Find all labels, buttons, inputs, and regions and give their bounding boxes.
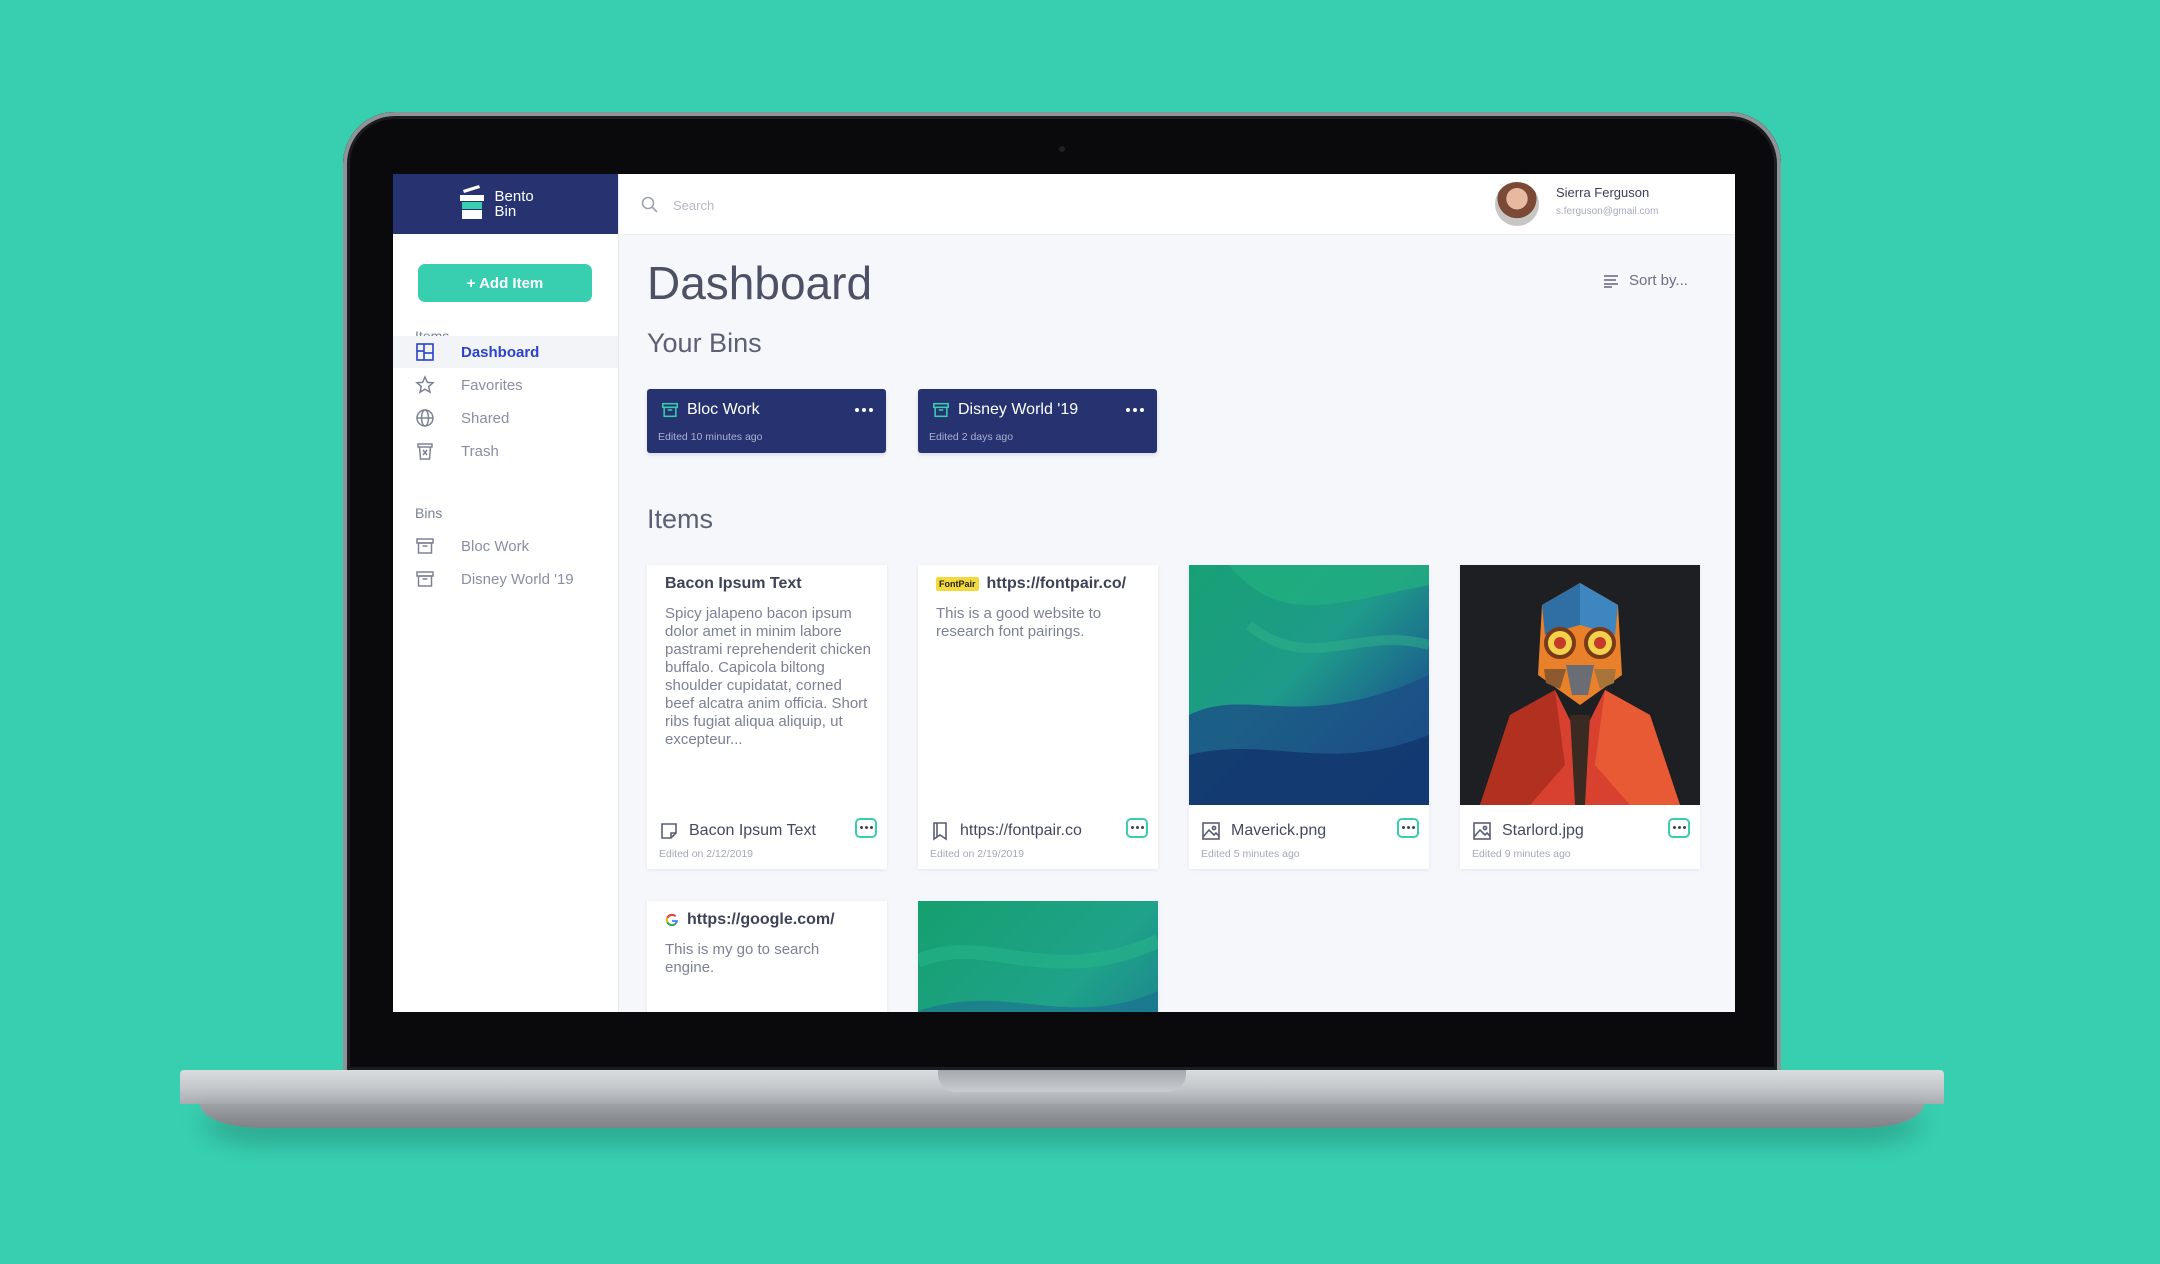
bin-edited-time: Edited 10 minutes ago bbox=[658, 431, 763, 443]
item-card-starlord[interactable]: Starlord.jpg Edited 9 minutes ago bbox=[1460, 565, 1700, 869]
sidebar-bin-label: Bloc Work bbox=[461, 537, 530, 555]
item-edited-date: Edited on 2/19/2019 bbox=[930, 848, 1024, 860]
search-icon bbox=[641, 196, 658, 213]
items-heading: Items bbox=[647, 504, 714, 534]
sidebar-item-label: Dashboard bbox=[461, 343, 540, 361]
sidebar: Bento Bin + Add Item Items Dashboard Fav… bbox=[393, 174, 619, 1012]
item-footer-name: Maverick.png bbox=[1231, 822, 1327, 839]
sort-by-button[interactable]: Sort by... bbox=[1603, 272, 1688, 289]
more-options-icon bbox=[1673, 826, 1686, 829]
item-footer-name: https://fontpair.co bbox=[960, 822, 1082, 839]
star-icon bbox=[415, 375, 435, 394]
laptop-hinge-notch bbox=[938, 1070, 1186, 1092]
wave-image-thumbnail bbox=[918, 901, 1158, 1012]
brand-name-line2: Bin bbox=[494, 203, 517, 220]
bin-name: Bloc Work bbox=[687, 401, 760, 418]
sidebar-item-shared[interactable]: Shared bbox=[393, 402, 618, 434]
fontpair-favicon-icon: FontPair bbox=[936, 577, 979, 591]
sidebar-item-favorites[interactable]: Favorites bbox=[393, 369, 618, 401]
more-options-icon[interactable] bbox=[1126, 408, 1144, 412]
item-edited-date: Edited on 2/12/2019 bbox=[659, 848, 753, 860]
item-footer: Starlord.jpg bbox=[1472, 817, 1690, 845]
sidebar-item-label: Favorites bbox=[461, 376, 523, 394]
item-more-button[interactable] bbox=[1126, 818, 1148, 838]
item-footer: Maverick.png bbox=[1201, 817, 1419, 845]
archive-box-icon bbox=[416, 538, 434, 554]
bookmark-icon bbox=[933, 822, 947, 841]
item-preview-text: Spicy jalapeno bacon ipsum dolor amet in… bbox=[665, 605, 871, 748]
user-name: Sierra Ferguson bbox=[1556, 185, 1650, 200]
sort-by-label: Sort by... bbox=[1629, 272, 1688, 289]
sidebar-bin-label: Disney World '19 bbox=[461, 570, 574, 588]
item-card-maverick[interactable]: Maverick.png Edited 5 minutes ago bbox=[1189, 565, 1429, 869]
item-footer: https://fontpair.co bbox=[930, 817, 1148, 845]
sidebar-item-label: Trash bbox=[461, 442, 499, 460]
sidebar-item-dashboard[interactable]: Dashboard bbox=[393, 336, 618, 368]
user-email: s.ferguson@gmail.com bbox=[1556, 206, 1659, 217]
item-edited-date: Edited 9 minutes ago bbox=[1472, 848, 1571, 860]
user-avatar[interactable] bbox=[1495, 182, 1539, 226]
archive-box-icon bbox=[933, 402, 949, 418]
google-favicon-icon bbox=[665, 913, 678, 927]
item-title-text[interactable]: https://fontpair.co/ bbox=[987, 575, 1127, 593]
sidebar-item-trash[interactable]: Trash bbox=[393, 435, 618, 467]
item-title: FontPair https://fontpair.co/ bbox=[936, 575, 1126, 593]
item-preview-text: This is my go to search engine. bbox=[665, 941, 820, 976]
bin-card-disney-world[interactable]: Disney World '19 Edited 2 days ago bbox=[918, 389, 1157, 453]
sidebar-bin-bloc-work[interactable]: Bloc Work bbox=[393, 530, 618, 562]
page-title: Dashboard bbox=[647, 257, 873, 309]
bin-name: Disney World '19 bbox=[958, 401, 1079, 418]
more-options-icon bbox=[1131, 826, 1144, 829]
your-bins-heading: Your Bins bbox=[647, 328, 762, 358]
maverick-image-thumbnail bbox=[1189, 565, 1429, 805]
item-card-fontpair[interactable]: FontPair https://fontpair.co/ This is a … bbox=[918, 565, 1158, 869]
item-card-image[interactable] bbox=[918, 901, 1158, 1012]
note-icon bbox=[661, 823, 677, 839]
laptop-base-bottom bbox=[200, 1104, 1924, 1128]
item-card-bacon-ipsum[interactable]: Bacon Ipsum Text Spicy jalapeno bacon ip… bbox=[647, 565, 887, 869]
top-bar: Sierra Ferguson s.ferguson@gmail.com bbox=[619, 174, 1735, 235]
item-title: Bacon Ipsum Text bbox=[665, 575, 802, 593]
item-title-text[interactable]: https://google.com/ bbox=[687, 911, 835, 929]
more-options-icon[interactable] bbox=[855, 408, 873, 412]
item-card-google[interactable]: https://google.com/ This is my go to sea… bbox=[647, 901, 887, 1012]
item-more-button[interactable] bbox=[855, 818, 877, 838]
item-more-button[interactable] bbox=[1668, 818, 1690, 838]
sort-lines-icon bbox=[1604, 274, 1618, 288]
item-more-button[interactable] bbox=[1397, 818, 1419, 838]
webcam bbox=[1059, 146, 1065, 152]
add-item-button[interactable]: + Add Item bbox=[418, 264, 592, 302]
image-icon bbox=[1202, 822, 1220, 840]
sidebar-item-label: Shared bbox=[461, 409, 510, 427]
item-footer-name: Starlord.jpg bbox=[1502, 822, 1584, 839]
archive-box-icon bbox=[416, 571, 434, 587]
more-options-icon bbox=[860, 826, 873, 829]
globe-icon bbox=[416, 409, 434, 427]
bento-box-logo-icon bbox=[459, 185, 484, 219]
bin-card-bloc-work[interactable]: Bloc Work Edited 10 minutes ago bbox=[647, 389, 886, 453]
item-preview-text: This is a good website to research font … bbox=[936, 605, 1102, 640]
search-input[interactable] bbox=[671, 192, 1075, 218]
brand-name: Bento Bin bbox=[495, 189, 555, 219]
app-screen: Bento Bin + Add Item Items Dashboard Fav… bbox=[393, 174, 1735, 1012]
item-title: https://google.com/ bbox=[665, 911, 835, 929]
item-edited-date: Edited 5 minutes ago bbox=[1201, 848, 1300, 860]
starlord-image-thumbnail bbox=[1460, 565, 1700, 805]
brand-header[interactable]: Bento Bin bbox=[393, 174, 618, 234]
item-title-text: Bacon Ipsum Text bbox=[665, 575, 802, 592]
archive-box-icon bbox=[662, 402, 678, 418]
trash-icon bbox=[417, 443, 433, 460]
bin-edited-time: Edited 2 days ago bbox=[929, 431, 1014, 443]
image-icon bbox=[1473, 822, 1491, 840]
more-options-icon bbox=[1402, 826, 1415, 829]
bins-section-label: Bins bbox=[415, 505, 443, 521]
sidebar-bin-disney-world[interactable]: Disney World '19 bbox=[393, 563, 618, 595]
dashboard-icon bbox=[416, 343, 434, 361]
brand-name-line1: Bento bbox=[494, 188, 534, 205]
item-footer: Bacon Ipsum Text bbox=[659, 817, 877, 845]
item-footer-name: Bacon Ipsum Text bbox=[689, 822, 816, 839]
